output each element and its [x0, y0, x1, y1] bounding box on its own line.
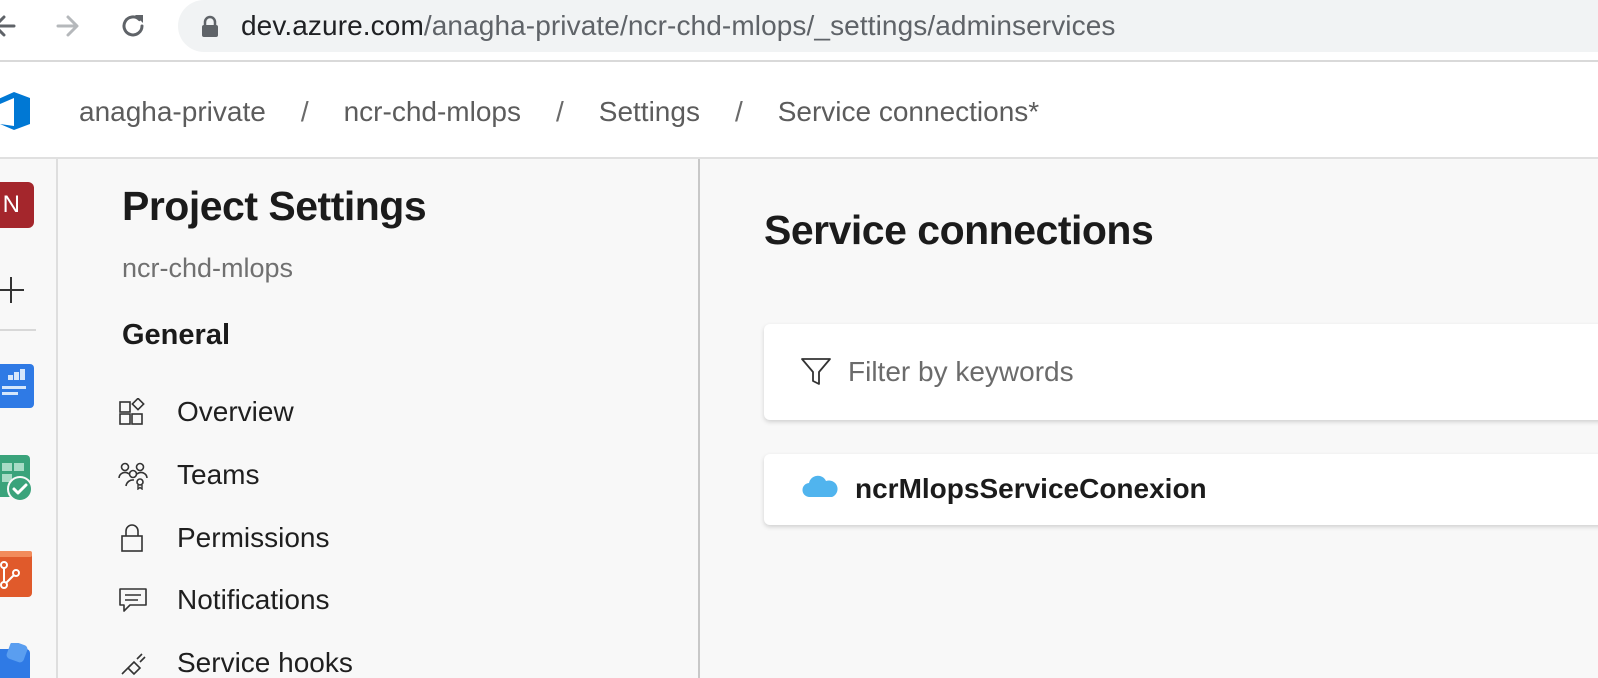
breadcrumb-organization[interactable]: anagha-private	[79, 92, 266, 132]
nav-item-label: Permissions	[177, 522, 330, 553]
org-avatar[interactable]: N	[0, 182, 34, 228]
url-text: dev.azure.com/anagha-private/ncr-chd-mlo…	[241, 9, 1116, 43]
main-content: Service connections ncrMlopsServiceConex…	[700, 159, 1598, 678]
left-rail: N	[0, 159, 58, 678]
filter-icon	[801, 358, 831, 385]
nav-item-label: Notifications	[177, 584, 330, 615]
plug-icon	[118, 643, 158, 678]
settings-nav-title: Project Settings	[122, 183, 427, 229]
lock-icon	[118, 518, 158, 558]
pipelines-icon[interactable]	[0, 643, 34, 678]
app-header: anagha-private / ncr-chd-mlops / Setting…	[0, 62, 1598, 159]
rail-divider	[0, 329, 36, 331]
boards-icon[interactable]	[0, 455, 34, 503]
arrow-right-icon	[56, 15, 79, 37]
settings-nav-project-name: ncr-chd-mlops	[122, 253, 294, 283]
forward-button[interactable]	[50, 8, 86, 44]
url-host: dev.azure.com	[241, 10, 424, 41]
cloud-icon	[802, 475, 838, 498]
nav-item-label: Teams	[177, 459, 260, 490]
breadcrumb-service-connections[interactable]: Service connections*	[778, 92, 1039, 132]
reload-button[interactable]	[115, 8, 151, 44]
arrow-left-icon	[0, 15, 16, 37]
breadcrumb-settings[interactable]: Settings	[599, 92, 700, 132]
back-button[interactable]	[0, 8, 22, 44]
overview-icon	[118, 392, 158, 432]
repos-icon[interactable]	[0, 551, 34, 599]
nav-item-permissions[interactable]: Permissions	[118, 513, 678, 563]
url-path: /anagha-private/ncr-chd-mlops/_settings/…	[423, 10, 1116, 41]
nav-item-label: Overview	[177, 396, 294, 427]
service-connection-row[interactable]: ncrMlopsServiceConexion	[764, 454, 1598, 525]
nav-item-label: Service hooks	[177, 647, 353, 678]
nav-item-notifications[interactable]: Notifications	[118, 575, 678, 625]
azure-devops-logo-icon[interactable]	[0, 90, 32, 132]
breadcrumb-separator: /	[734, 96, 743, 127]
breadcrumb-project[interactable]: ncr-chd-mlops	[344, 92, 521, 132]
filter-bar	[764, 324, 1598, 420]
nav-item-overview[interactable]: Overview	[118, 387, 678, 437]
nav-item-service-hooks[interactable]: Service hooks	[118, 638, 678, 678]
breadcrumb-separator: /	[555, 96, 564, 127]
address-bar[interactable]: dev.azure.com/anagha-private/ncr-chd-mlo…	[178, 0, 1598, 52]
page-title: Service connections	[764, 207, 1154, 253]
breadcrumb: anagha-private / ncr-chd-mlops / Setting…	[79, 92, 1039, 132]
service-connection-name: ncrMlopsServiceConexion	[855, 473, 1207, 504]
browser-toolbar: dev.azure.com/anagha-private/ncr-chd-mlo…	[0, 0, 1598, 62]
lock-icon	[202, 15, 218, 37]
project-settings-nav: Project Settings ncr-chd-mlops General O…	[58, 159, 700, 678]
breadcrumb-separator: /	[300, 96, 309, 127]
teams-icon	[118, 455, 158, 495]
nav-item-teams[interactable]: Teams	[118, 450, 678, 500]
overview-dashboard-icon[interactable]	[0, 364, 34, 408]
plus-icon[interactable]	[0, 275, 26, 305]
filter-input[interactable]	[848, 352, 1548, 392]
settings-nav-section-general: General	[122, 319, 230, 351]
chat-icon	[118, 580, 158, 620]
reload-icon	[122, 15, 144, 37]
